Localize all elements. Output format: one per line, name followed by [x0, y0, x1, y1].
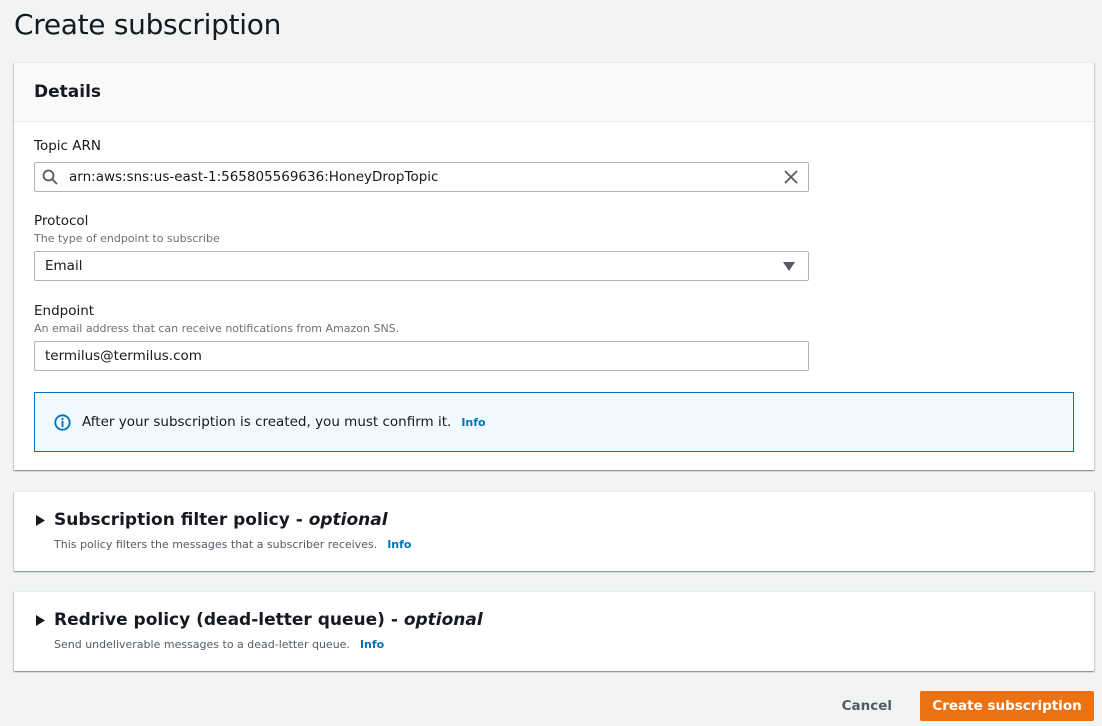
details-title: Details: [34, 82, 102, 102]
info-circle-icon: [54, 413, 72, 431]
endpoint-input[interactable]: termilus@termilus.com: [34, 341, 809, 371]
topic-arn-field: Topic ARN arn:aws:sns:us-east-1:56580556…: [34, 138, 809, 192]
endpoint-label: Endpoint: [34, 303, 95, 319]
redrive-policy-info-link[interactable]: Info: [360, 638, 384, 651]
filter-policy-description: This policy filters the messages that a …: [54, 538, 378, 551]
confirm-alert: After your subscription is created, you …: [34, 392, 1074, 452]
filter-policy-optional: optional: [308, 510, 388, 530]
details-panel: Details Topic ARN arn:aws:sns:us-east-1:…: [14, 62, 1094, 470]
page-title: Create subscription: [14, 8, 282, 41]
filter-policy-info-link[interactable]: Info: [387, 538, 411, 551]
caret-right-icon: [36, 514, 46, 526]
topic-arn-value: arn:aws:sns:us-east-1:565805569636:Honey…: [69, 169, 439, 185]
redrive-policy-desc-row: Send undeliverable messages to a dead-le…: [54, 638, 384, 651]
alert-text: After your subscription is created, you …: [82, 414, 452, 430]
redrive-policy-optional: optional: [403, 610, 483, 630]
filter-policy-title-text: Subscription filter policy: [54, 510, 290, 530]
protocol-select[interactable]: Email: [34, 251, 809, 281]
alert-info-link[interactable]: Info: [461, 416, 485, 429]
create-subscription-button[interactable]: Create subscription: [920, 691, 1094, 721]
redrive-policy-title-text: Redrive policy (dead-letter queue): [54, 610, 385, 630]
filter-policy-panel: Subscription filter policy - optional Th…: [14, 491, 1094, 571]
filter-policy-toggle[interactable]: Subscription filter policy - optional: [36, 510, 388, 530]
topic-arn-input[interactable]: arn:aws:sns:us-east-1:565805569636:Honey…: [34, 162, 809, 192]
clear-icon[interactable]: [774, 170, 808, 184]
cancel-button[interactable]: Cancel: [822, 691, 912, 721]
caret-down-icon: [770, 261, 808, 271]
redrive-policy-title: Redrive policy (dead-letter queue) - opt…: [54, 610, 483, 630]
filter-policy-dash: -: [289, 510, 309, 530]
filter-policy-title: Subscription filter policy - optional: [54, 510, 388, 530]
search-icon: [35, 169, 65, 185]
redrive-policy-dash: -: [384, 610, 404, 630]
endpoint-field: Endpoint An email address that can recei…: [34, 303, 809, 371]
details-header: Details: [14, 63, 1094, 122]
topic-arn-label: Topic ARN: [34, 138, 101, 154]
filter-policy-desc-row: This policy filters the messages that a …: [54, 538, 411, 551]
protocol-label: Protocol: [34, 213, 89, 229]
caret-right-icon: [36, 614, 46, 626]
protocol-description: The type of endpoint to subscribe: [34, 232, 220, 245]
redrive-policy-toggle[interactable]: Redrive policy (dead-letter queue) - opt…: [36, 610, 483, 630]
protocol-field: Protocol The type of endpoint to subscri…: [34, 213, 809, 281]
redrive-policy-description: Send undeliverable messages to a dead-le…: [54, 638, 350, 651]
protocol-value: Email: [45, 258, 83, 274]
form-actions: Cancel Create subscription: [822, 691, 1094, 721]
redrive-policy-panel: Redrive policy (dead-letter queue) - opt…: [14, 591, 1094, 671]
endpoint-value: termilus@termilus.com: [45, 348, 202, 364]
endpoint-description: An email address that can receive notifi…: [34, 322, 400, 335]
